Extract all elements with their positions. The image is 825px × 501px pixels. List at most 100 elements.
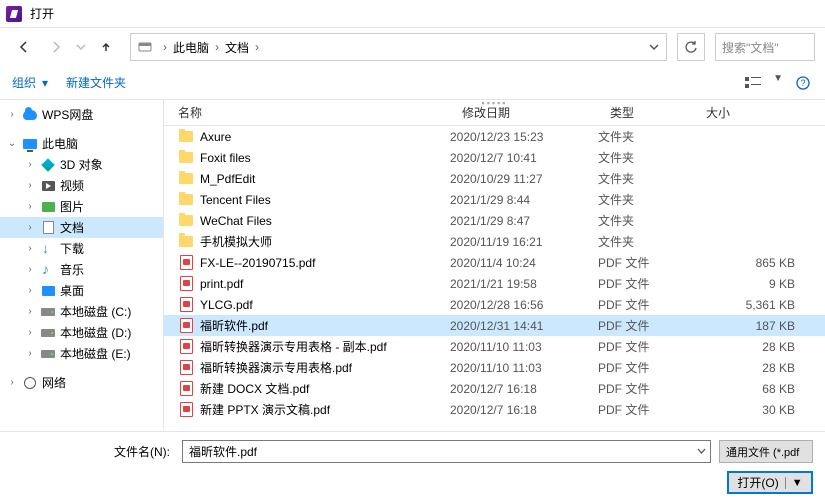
column-type[interactable]: 类型: [596, 104, 692, 121]
file-size: 30 KB: [692, 403, 825, 417]
chevron-icon: ›: [24, 348, 36, 359]
breadcrumb-dropdown[interactable]: [642, 42, 666, 52]
dropdown-icon[interactable]: ▼: [785, 477, 803, 489]
tree-item[interactable]: ›网络: [0, 372, 163, 393]
file-size: 28 KB: [692, 361, 825, 375]
file-row[interactable]: FX-LE--20190715.pdf2020/11/4 10:24PDF 文件…: [164, 252, 825, 273]
column-name[interactable]: 名称: [164, 104, 448, 121]
file-name: Tencent Files: [200, 193, 271, 207]
tree-item[interactable]: › 本地磁盘 (E:): [0, 343, 163, 364]
tree-item[interactable]: ›桌面: [0, 280, 163, 301]
file-row[interactable]: YLCG.pdf2020/12/28 16:56PDF 文件5,361 KB: [164, 294, 825, 315]
file-row[interactable]: 手机模拟大师2020/11/19 16:21文件夹: [164, 231, 825, 252]
tree-item[interactable]: ›WPS网盘: [0, 104, 163, 125]
help-button[interactable]: ?: [793, 73, 813, 93]
pdf-icon: [178, 381, 194, 397]
file-row[interactable]: Axure2020/12/23 15:23文件夹: [164, 126, 825, 147]
breadcrumb[interactable]: › 此电脑 › 文档 ›: [130, 33, 667, 61]
file-row[interactable]: 福昕转换器演示专用表格 - 副本.pdf2020/11/10 11:03PDF …: [164, 336, 825, 357]
tree-item[interactable]: ›下载: [0, 238, 163, 259]
chevron-right-icon: ›: [251, 40, 263, 54]
file-date: 2020/12/7 16:18: [448, 403, 596, 417]
sidebar: ›WPS网盘⌄此电脑›3D 对象›视频›图片›文档›下载›音乐›桌面›本地磁盘 …: [0, 100, 164, 430]
file-size: 68 KB: [692, 382, 825, 396]
organize-menu[interactable]: 组织: [12, 74, 36, 91]
tree-item[interactable]: ›图片: [0, 196, 163, 217]
folder-icon: [178, 171, 194, 187]
desk-icon: [40, 283, 56, 299]
file-date: 2021/1/21 19:58: [448, 277, 596, 291]
file-date: 2020/12/7 16:18: [448, 382, 596, 396]
location-icon: [135, 37, 155, 57]
chevron-icon: ›: [24, 264, 36, 275]
column-size[interactable]: 大小: [692, 104, 825, 121]
breadcrumb-item[interactable]: 文档: [223, 39, 251, 56]
file-row[interactable]: M_PdfEdit2020/10/29 11:27文件夹: [164, 168, 825, 189]
dropdown-icon[interactable]: [697, 445, 706, 459]
tree-item[interactable]: ›本地磁盘 (C:): [0, 301, 163, 322]
file-name: 福昕软件.pdf: [200, 317, 268, 334]
main-area: ›WPS网盘⌄此电脑›3D 对象›视频›图片›文档›下载›音乐›桌面›本地磁盘 …: [0, 100, 825, 430]
drive-icon: [40, 325, 56, 341]
file-list[interactable]: Axure2020/12/23 15:23文件夹Foxit files2020/…: [164, 126, 825, 428]
doc-icon: [40, 220, 56, 236]
file-date: 2021/1/29 8:47: [448, 214, 596, 228]
file-name: 福昕转换器演示专用表格.pdf: [200, 359, 352, 376]
file-type: 文件夹: [596, 170, 692, 187]
refresh-button[interactable]: [677, 33, 705, 61]
file-name: 新建 PPTX 演示文稿.pdf: [200, 401, 330, 418]
tree-item[interactable]: ›音乐: [0, 259, 163, 280]
new-folder-button[interactable]: 新建文件夹: [66, 74, 126, 91]
svg-text:?: ?: [800, 78, 805, 88]
file-row[interactable]: print.pdf2021/1/21 19:58PDF 文件9 KB: [164, 273, 825, 294]
up-button[interactable]: [92, 35, 120, 59]
search-input[interactable]: 搜索"文档": [715, 33, 815, 61]
column-header: ▪▪▪▪▪ 名称 修改日期 类型 大小: [164, 100, 825, 126]
chevron-icon: ›: [24, 327, 36, 338]
tree-item[interactable]: ›视频: [0, 175, 163, 196]
monitor-icon: [22, 136, 38, 152]
filename-input[interactable]: 福昕软件.pdf: [182, 440, 711, 463]
file-row[interactable]: 福昕转换器演示专用表格.pdf2020/11/10 11:03PDF 文件28 …: [164, 357, 825, 378]
file-row[interactable]: 福昕软件.pdf2020/12/31 14:41PDF 文件187 KB: [164, 315, 825, 336]
file-name: 新建 DOCX 文档.pdf: [200, 380, 309, 397]
tree-item[interactable]: ⌄此电脑: [0, 133, 163, 154]
file-type: PDF 文件: [596, 254, 692, 271]
dropdown-icon: ▾: [42, 76, 48, 90]
file-type: PDF 文件: [596, 338, 692, 355]
file-name: YLCG.pdf: [200, 298, 253, 312]
file-name: Axure: [200, 130, 231, 144]
file-row[interactable]: WeChat Files2021/1/29 8:47文件夹: [164, 210, 825, 231]
recent-dropdown[interactable]: [74, 35, 88, 59]
tree-label: 本地磁盘 (D:): [60, 324, 131, 341]
forward-button[interactable]: [42, 35, 70, 59]
tree-item[interactable]: ›3D 对象: [0, 154, 163, 175]
tree-label: 视频: [60, 177, 84, 194]
tree-item[interactable]: ›文档: [0, 217, 163, 238]
file-row[interactable]: 新建 DOCX 文档.pdf2020/12/7 16:18PDF 文件68 KB: [164, 378, 825, 399]
tree-label: 本地磁盘 (E:): [60, 345, 131, 362]
tree-item[interactable]: › 本地磁盘 (D:): [0, 322, 163, 343]
toolbar: 组织 ▾ 新建文件夹 ▼ ?: [0, 66, 825, 100]
breadcrumb-item[interactable]: 此电脑: [171, 39, 211, 56]
file-row[interactable]: Foxit files2020/12/7 10:41文件夹: [164, 147, 825, 168]
drive-icon: [40, 304, 56, 320]
file-size: 5,361 KB: [692, 298, 825, 312]
file-row[interactable]: 新建 PPTX 演示文稿.pdf 2020/12/7 16:18PDF 文件30 …: [164, 399, 825, 420]
pdf-icon: [178, 297, 194, 313]
open-button[interactable]: 打开(O) ▼: [727, 471, 813, 494]
file-type-filter[interactable]: 通用文件 (*.pdf: [719, 440, 813, 463]
tree-label: 3D 对象: [60, 156, 103, 173]
chevron-icon: ⌄: [6, 138, 18, 149]
dropdown-icon: ▼: [773, 73, 783, 93]
column-date[interactable]: 修改日期: [448, 104, 596, 121]
file-type: 文件夹: [596, 233, 692, 250]
file-name: M_PdfEdit: [200, 172, 255, 186]
view-options-button[interactable]: [743, 73, 763, 93]
chevron-icon: ›: [6, 377, 18, 388]
3d-icon: [40, 157, 56, 173]
back-button[interactable]: [10, 35, 38, 59]
file-type: PDF 文件: [596, 401, 692, 418]
file-row[interactable]: Tencent Files2021/1/29 8:44文件夹: [164, 189, 825, 210]
file-type: PDF 文件: [596, 317, 692, 334]
